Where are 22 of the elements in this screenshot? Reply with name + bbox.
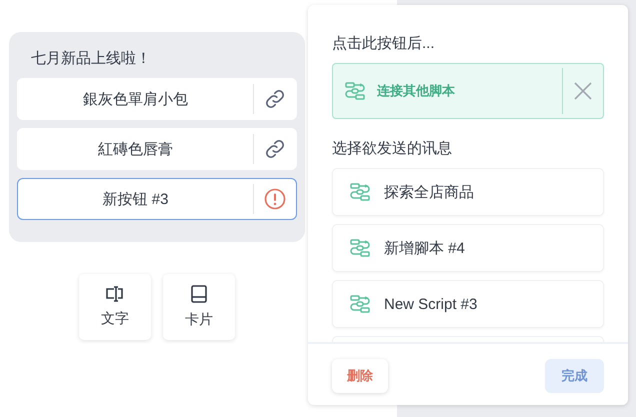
card-title: 七月新品上线啦！: [31, 49, 151, 68]
add-text-button[interactable]: 文字: [79, 274, 151, 340]
add-card-button[interactable]: 卡片: [163, 274, 235, 340]
message-button[interactable]: 銀灰色單肩小包: [17, 78, 297, 120]
message-button[interactable]: 新按钮 #3: [17, 178, 297, 220]
message-button[interactable]: 紅磚色唇膏: [17, 128, 297, 170]
flow-icon: [350, 183, 370, 201]
link-icon[interactable]: [264, 138, 286, 160]
message-option[interactable]: 探索全店商品: [332, 168, 604, 216]
warning-icon: [264, 188, 286, 210]
flow-icon: [345, 82, 365, 100]
card-icon: [191, 285, 207, 303]
close-icon: [574, 82, 592, 100]
section-label: 选择欲发送的讯息: [332, 139, 452, 158]
selected-action: 连接其他脚本: [332, 63, 604, 119]
message-option[interactable]: 新增腳本 #4: [332, 224, 604, 272]
message-option[interactable]: New Script #3: [332, 280, 604, 328]
link-icon[interactable]: [264, 88, 286, 110]
text-field-icon: [105, 286, 125, 302]
flow-icon: [350, 239, 370, 257]
section-label: 点击此按钮后...: [332, 34, 435, 53]
flow-icon: [350, 295, 370, 313]
